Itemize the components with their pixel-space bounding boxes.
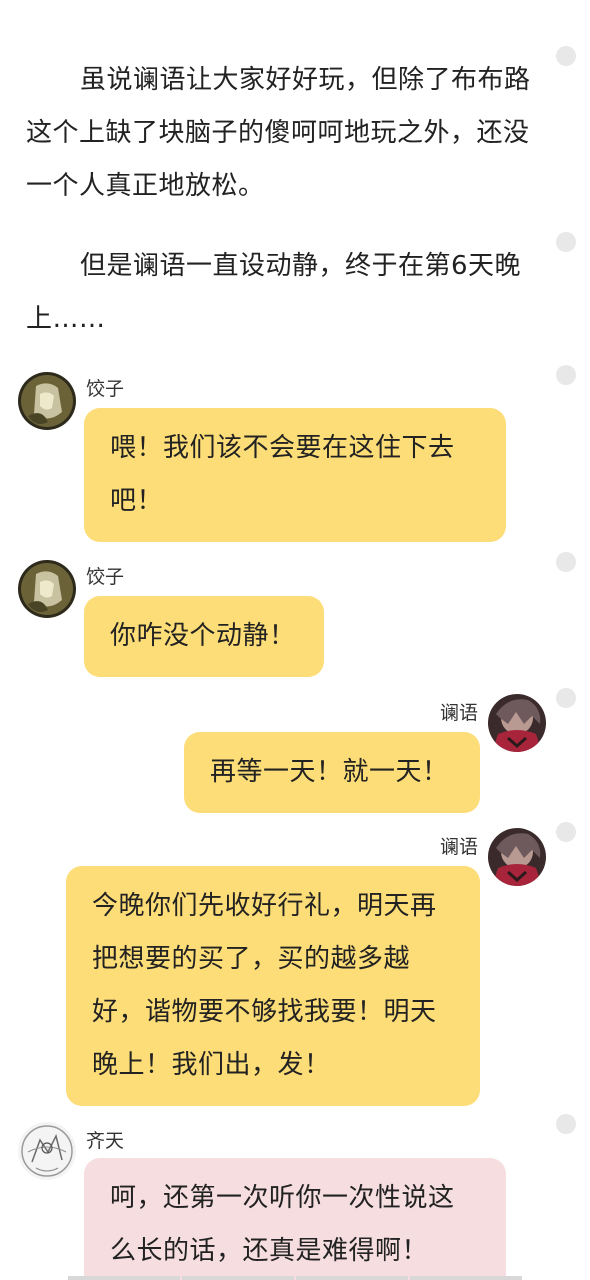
chat-bubble: 再等一天！就一天！ xyxy=(184,732,480,813)
comment-dot-icon[interactable] xyxy=(556,1114,576,1134)
speaker-name: 谰语 xyxy=(440,702,479,724)
story-reader: 虽说谰语让大家好好玩，但除了布布路这个上缺了块脑子的傻呵呵地玩之外，还没一个人真… xyxy=(0,0,590,1280)
dumpling-avatar-icon[interactable] xyxy=(18,560,76,618)
comment-dot-icon[interactable] xyxy=(556,46,576,66)
qitian-avatar-icon[interactable] xyxy=(18,1122,76,1180)
narration-paragraph: 但是谰语一直设动静，终于在第6天晚上…… xyxy=(26,251,522,334)
chat-bubble: 你咋没个动静！ xyxy=(84,596,324,677)
dumpling-avatar-icon[interactable] xyxy=(18,372,76,430)
comment-dot-icon[interactable] xyxy=(556,822,576,842)
lanyu-avatar-icon[interactable] xyxy=(488,828,546,886)
lanyu-avatar-icon[interactable] xyxy=(488,694,546,752)
comment-dot-icon[interactable] xyxy=(556,688,576,708)
comment-dot-icon[interactable] xyxy=(556,365,576,385)
chat-bubble: 喂！我们该不会要在这住下去吧！ xyxy=(84,408,506,542)
narration-paragraph: 虽说谰语让大家好好玩，但除了布布路这个上缺了块脑子的傻呵呵地玩之外，还没一个人真… xyxy=(26,65,531,201)
chat-bubble: 今晚你们先收好行礼，明天再把想要的买了，买的越多越好，谐物要不够找我要！明天晚上… xyxy=(66,866,480,1106)
speaker-name: 饺子 xyxy=(86,566,125,588)
comment-dot-icon[interactable] xyxy=(556,232,576,252)
speaker-name: 谰语 xyxy=(440,836,479,858)
comment-dot-icon[interactable] xyxy=(556,552,576,572)
speaker-name: 齐天 xyxy=(86,1130,125,1152)
bottom-scroll-indicator xyxy=(68,1276,522,1280)
chat-bubble: 呵，还第一次听你一次性说这么长的话，还真是难得啊！ xyxy=(84,1158,506,1280)
speaker-name: 饺子 xyxy=(86,378,125,400)
